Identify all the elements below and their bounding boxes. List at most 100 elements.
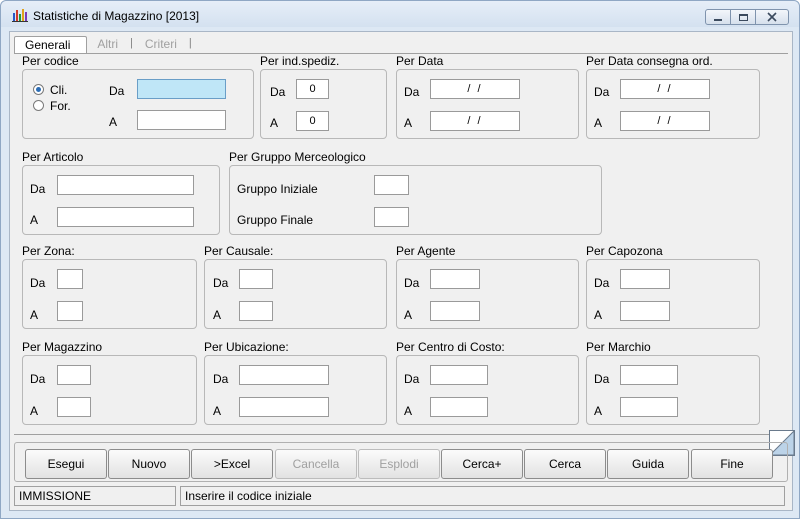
per-ubicazione-title: Per Ubicazione: — [204, 340, 289, 354]
button-bar: Esegui Nuovo >Excel Cancella Esplodi Cer… — [14, 442, 788, 482]
per-consegna-title: Per Data consegna ord. — [586, 54, 713, 68]
maximize-icon — [738, 13, 748, 21]
consegna-da-input[interactable] — [620, 79, 710, 99]
articolo-a-input[interactable] — [57, 207, 194, 227]
excel-button[interactable]: >Excel — [191, 449, 273, 479]
marchio-da-label: Da — [594, 372, 610, 386]
tab-strip: Generali Altri | Criteri | — [14, 36, 194, 54]
marchio-a-input[interactable] — [620, 397, 678, 417]
magazzino-a-label: A — [30, 404, 39, 418]
spediz-a-label: A — [270, 116, 279, 130]
tab-criteri[interactable]: Criteri — [135, 36, 187, 53]
codice-a-input[interactable] — [137, 110, 226, 130]
radio-for[interactable] — [33, 100, 44, 111]
esplodi-button[interactable]: Esplodi — [358, 449, 440, 479]
consegna-da-label: Da — [594, 85, 610, 99]
radio-cli-label: Cli. — [50, 83, 68, 97]
per-zona-title: Per Zona: — [22, 244, 75, 258]
window-title: Statistiche di Magazzino [2013] — [33, 9, 200, 23]
per-causale-group — [204, 259, 387, 329]
codice-da-input[interactable] — [137, 79, 226, 99]
per-codice-title: Per codice — [22, 54, 79, 68]
minimize-icon — [714, 18, 722, 21]
gruppo-iniziale-label: Gruppo Iniziale — [237, 182, 318, 196]
ubicazione-da-label: Da — [213, 372, 229, 386]
client-area: Generali Altri | Criteri | Per codice Cl… — [9, 31, 795, 511]
per-magazzino-group — [22, 355, 197, 425]
zona-a-label: A — [30, 308, 39, 322]
magazzino-da-label: Da — [30, 372, 46, 386]
causale-a-label: A — [213, 308, 222, 322]
spediz-da-input[interactable] — [296, 79, 329, 99]
tab-altri[interactable]: Altri — [87, 36, 128, 53]
causale-da-input[interactable] — [239, 269, 273, 289]
per-magazzino-title: Per Magazzino — [22, 340, 103, 354]
centro-a-input[interactable] — [430, 397, 488, 417]
consegna-a-input[interactable] — [620, 111, 710, 131]
zona-da-input[interactable] — [57, 269, 83, 289]
per-spediz-title: Per ind.spediz. — [260, 54, 340, 68]
esegui-button[interactable]: Esegui — [25, 449, 107, 479]
per-articolo-title: Per Articolo — [22, 150, 84, 164]
ubicazione-da-input[interactable] — [239, 365, 329, 385]
agente-da-label: Da — [404, 276, 420, 290]
close-icon — [767, 12, 777, 22]
radio-for-label: For. — [50, 99, 71, 113]
per-agente-title: Per Agente — [396, 244, 456, 258]
centro-da-label: Da — [404, 372, 420, 386]
per-agente-group — [396, 259, 579, 329]
centro-da-input[interactable] — [430, 365, 488, 385]
zona-a-input[interactable] — [57, 301, 83, 321]
ubicazione-a-label: A — [213, 404, 222, 418]
centro-a-label: A — [404, 404, 413, 418]
per-marchio-title: Per Marchio — [586, 340, 651, 354]
codice-a-label: A — [109, 115, 118, 129]
title-bar[interactable]: Statistiche di Magazzino [2013] — [1, 1, 799, 27]
agente-a-input[interactable] — [430, 301, 480, 321]
consegna-a-label: A — [594, 116, 603, 130]
window-controls — [705, 9, 789, 25]
marchio-da-input[interactable] — [620, 365, 678, 385]
magazzino-da-input[interactable] — [57, 365, 91, 385]
fine-button[interactable]: Fine — [691, 449, 773, 479]
per-zona-group — [22, 259, 197, 329]
spediz-a-input[interactable] — [296, 111, 329, 131]
articolo-a-label: A — [30, 213, 39, 227]
minimize-button[interactable] — [705, 9, 731, 25]
articolo-da-label: Da — [30, 182, 46, 196]
status-mode: IMMISSIONE — [14, 486, 176, 506]
guida-button[interactable]: Guida — [607, 449, 689, 479]
close-button[interactable] — [755, 9, 789, 25]
per-capozona-title: Per Capozona — [586, 244, 663, 258]
nuovo-button[interactable]: Nuovo — [108, 449, 190, 479]
causale-a-input[interactable] — [239, 301, 273, 321]
articolo-da-input[interactable] — [57, 175, 194, 195]
gruppo-finale-input[interactable] — [374, 207, 409, 227]
capozona-da-label: Da — [594, 276, 610, 290]
data-da-input[interactable] — [430, 79, 520, 99]
gruppo-iniziale-input[interactable] — [374, 175, 409, 195]
agente-da-input[interactable] — [430, 269, 480, 289]
per-centro-costo-title: Per Centro di Costo: — [396, 340, 505, 354]
capozona-a-input[interactable] — [620, 301, 670, 321]
radio-cli[interactable] — [33, 84, 44, 95]
magazzino-a-input[interactable] — [57, 397, 91, 417]
data-a-input[interactable] — [430, 111, 520, 131]
data-a-label: A — [404, 116, 413, 130]
tab-generali[interactable]: Generali — [14, 36, 88, 53]
bar-chart-app-icon — [12, 9, 28, 22]
capozona-da-input[interactable] — [620, 269, 670, 289]
tab-page-generali: Per codice Cli. For. Da A Per ind.spediz… — [14, 53, 795, 456]
cerca-button[interactable]: Cerca — [524, 449, 606, 479]
cerca-plus-button[interactable]: Cerca+ — [441, 449, 523, 479]
maximize-button[interactable] — [730, 9, 756, 25]
gruppo-finale-label: Gruppo Finale — [237, 213, 314, 227]
per-causale-title: Per Causale: — [204, 244, 274, 258]
per-gruppo-title: Per Gruppo Merceologico — [229, 150, 366, 164]
tab-separator: | — [188, 37, 192, 49]
app-window: Statistiche di Magazzino [2013] Generali… — [0, 0, 800, 519]
ubicazione-a-input[interactable] — [239, 397, 329, 417]
codice-da-label: Da — [109, 84, 125, 98]
tab-separator: | — [130, 37, 133, 49]
cancella-button[interactable]: Cancella — [275, 449, 357, 479]
